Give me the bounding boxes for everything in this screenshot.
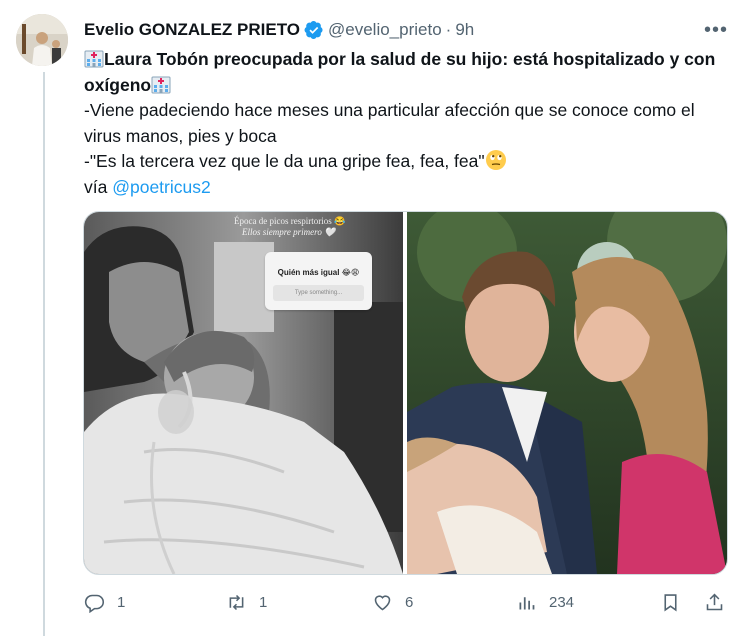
- story-caption-2: Ellos siempre primero 🤍: [242, 227, 336, 237]
- tweet-text: Laura Tobón preocupada por la salud de s…: [84, 47, 730, 200]
- heart-icon: [374, 594, 391, 610]
- story-caption-1: Época de picos respirtorios 😂: [234, 216, 346, 226]
- verified-badge-icon[interactable]: [304, 20, 324, 40]
- reply-count: 1: [117, 593, 126, 611]
- separator-dot: ·: [445, 20, 452, 39]
- bookmark-button[interactable]: [660, 588, 681, 616]
- story-input-placeholder: Type something...: [273, 285, 364, 301]
- headline: Laura Tobón preocupada por la salud de s…: [84, 47, 730, 98]
- thread-line: [43, 72, 45, 636]
- body-line-2-text: -"Es la tercera vez que le da una gripe …: [84, 151, 485, 171]
- views-chart-icon: [519, 596, 535, 609]
- more-options-icon[interactable]: •••: [702, 18, 730, 42]
- views-button[interactable]: 234: [516, 588, 574, 616]
- share-icon: [706, 593, 723, 610]
- like-button[interactable]: 6: [372, 588, 413, 616]
- via-line: vía @poetricus2: [84, 175, 730, 201]
- bookmark-icon: [664, 593, 677, 611]
- hospital-emoji-icon: [84, 50, 104, 68]
- photo-family[interactable]: [407, 212, 727, 574]
- via-prefix: vía: [84, 176, 113, 197]
- story-question: Quién más igual 😂😩: [277, 268, 360, 277]
- timestamp[interactable]: 9h: [455, 20, 474, 40]
- author-handle[interactable]: @evelio_prieto: [328, 20, 442, 40]
- like-count: 6: [405, 593, 414, 611]
- eye-roll-emoji-icon: [485, 150, 506, 170]
- photo-hospital-story[interactable]: Época de picos respirtorios 😂 Ellos siem…: [84, 212, 403, 574]
- tweet-header: Evelio GONZALEZ PRIETO @evelio_prieto · …: [84, 18, 730, 42]
- reply-button[interactable]: 1: [84, 588, 125, 616]
- body-line-2: -"Es la tercera vez que le da una gripe …: [84, 149, 730, 175]
- author-name[interactable]: Evelio GONZALEZ PRIETO: [84, 20, 300, 40]
- views-count: 234: [549, 593, 575, 611]
- retweet-button[interactable]: 1: [226, 588, 267, 616]
- via-mention-link[interactable]: @poetricus2: [112, 177, 211, 197]
- hospital-emoji-icon: [151, 76, 171, 93]
- photo-family-image: [407, 212, 727, 574]
- reply-icon: [84, 594, 105, 613]
- retweet-count: 1: [259, 593, 268, 611]
- action-bar: 1 1 6 234: [84, 588, 730, 616]
- share-button[interactable]: [704, 588, 725, 616]
- avatar[interactable]: [16, 14, 68, 66]
- headline-text: Laura Tobón preocupada por la salud de s…: [84, 49, 716, 95]
- tweet-media[interactable]: Época de picos respirtorios 😂 Ellos siem…: [83, 211, 728, 575]
- retweet-icon: [229, 594, 244, 610]
- body-line-1: -Viene padeciendo hace meses una particu…: [84, 100, 695, 146]
- story-question-box: Quién más igual 😂😩 Type something...: [265, 252, 372, 310]
- avatar-image: [16, 14, 68, 66]
